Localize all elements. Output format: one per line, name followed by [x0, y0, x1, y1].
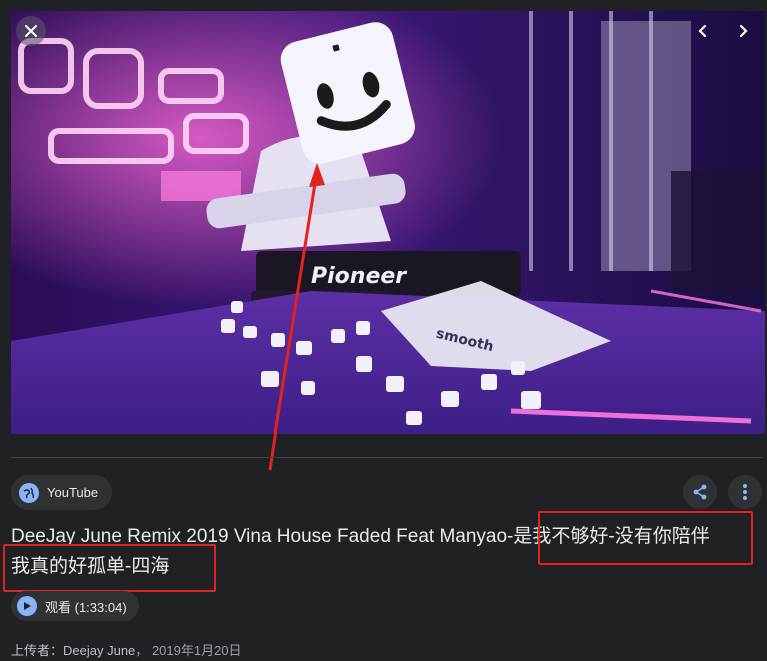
- chevron-right-icon: [739, 24, 748, 38]
- uploader-name: Deejay June: [63, 643, 136, 658]
- share-button[interactable]: [683, 475, 717, 509]
- source-name: YouTube: [47, 485, 99, 500]
- watch-label: 观看 (1:33:04): [45, 599, 127, 615]
- source-link[interactable]: YouTube: [11, 475, 113, 510]
- preview-image[interactable]: Pioneer smooth: [11, 11, 765, 434]
- watch-button[interactable]: 观看 (1:33:04): [11, 591, 139, 621]
- share-icon: [693, 484, 707, 500]
- dj-photo-illustration: Pioneer smooth: [11, 11, 765, 434]
- close-icon: [25, 25, 37, 37]
- upload-date: 2019年1月20日: [151, 643, 242, 658]
- annotation-arrow-tail: [268, 430, 278, 471]
- result-title-link[interactable]: DeeJay June Remix 2019 Vina House Faded …: [11, 522, 756, 582]
- chevron-left-icon: [698, 24, 707, 38]
- image-preview-panel: Pioneer smooth YouTube DeeJay June Remix…: [0, 0, 767, 661]
- title-part-2: 是我不够好-没有你陪伴: [513, 526, 710, 547]
- more-vert-icon: [743, 484, 747, 500]
- play-icon: [17, 596, 37, 616]
- uploader-separator: ，: [135, 643, 149, 658]
- title-part-3: 我真的好孤单-四海: [11, 556, 170, 577]
- divider: [11, 457, 763, 458]
- uploader-label: 上传者：: [11, 643, 64, 658]
- uploader-info: 上传者：Deejay June， 2019年1月20日: [11, 640, 242, 659]
- title-part-1: DeeJay June Remix 2019 Vina House Faded …: [11, 526, 514, 547]
- mixer-brand-text: Pioneer: [311, 264, 407, 289]
- more-options-button[interactable]: [728, 475, 762, 509]
- close-button[interactable]: [16, 16, 46, 46]
- globe-icon: [19, 482, 39, 503]
- previous-image-button[interactable]: [688, 16, 718, 46]
- next-image-button[interactable]: [728, 16, 758, 46]
